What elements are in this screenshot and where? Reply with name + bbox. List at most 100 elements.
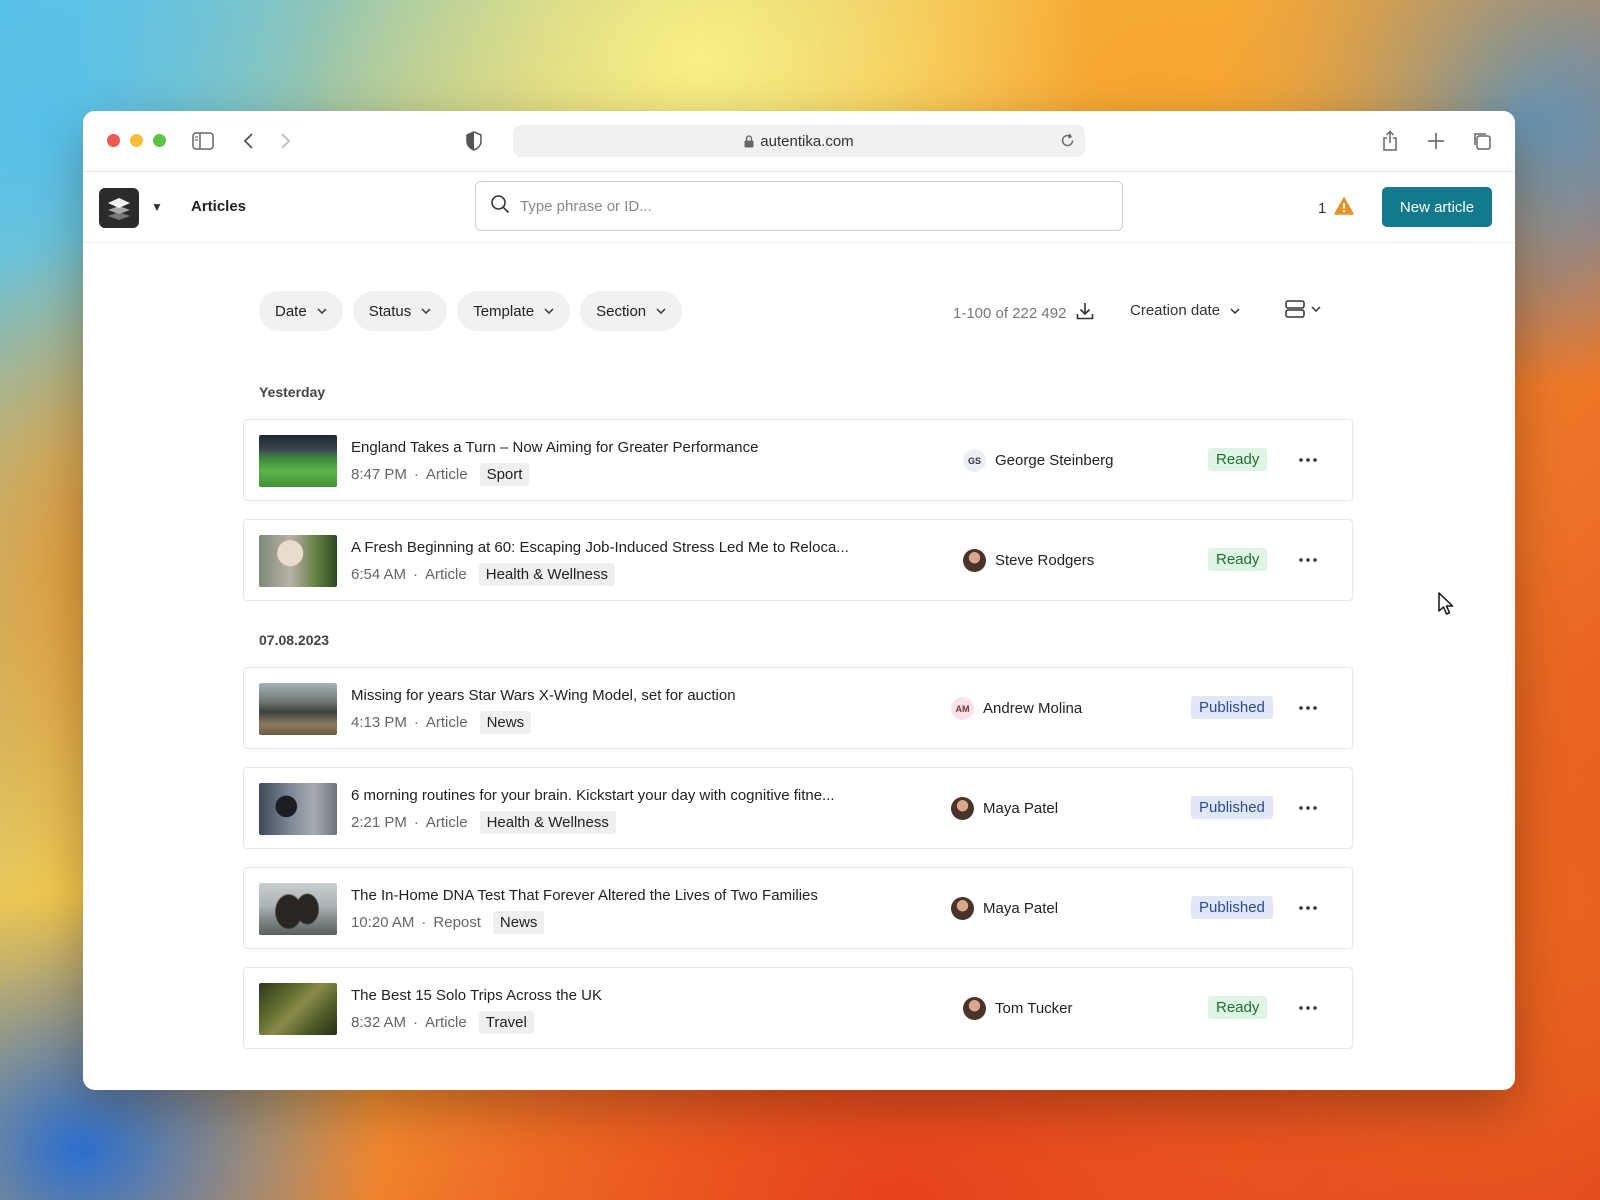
warnings-indicator[interactable]: 1 [1318,197,1355,219]
search-box[interactable] [475,181,1123,231]
status-badge: Published [1191,696,1273,719]
more-options-icon[interactable] [1296,448,1320,472]
article-thumbnail [259,783,337,835]
meta-separator: · [421,914,427,931]
more-options-icon[interactable] [1296,548,1320,572]
share-icon[interactable] [1378,129,1402,153]
article-row[interactable]: The Best 15 Solo Trips Across the UK 8:3… [243,967,1353,1049]
browser-window: autentika.com ▼ Articles Type phrase or … [83,111,1515,1090]
new-tab-icon[interactable] [1424,129,1448,153]
section-tag: Sport [479,463,530,486]
filter-label: Status [368,302,412,320]
article-title[interactable]: 6 morning routines for your brain. Kicks… [351,787,835,804]
status-badge: Ready [1208,996,1268,1019]
article-type: Article [425,566,467,583]
meta-separator: · [413,566,419,583]
list-view-icon [1285,300,1305,318]
section-tag: News [479,711,532,734]
download-icon[interactable] [1076,302,1094,324]
filter-label: Template [473,302,535,320]
article-thumbnail [259,983,337,1035]
filter-label: Section [596,302,647,320]
article-author: AM Andrew Molina [951,697,1082,720]
sort-select[interactable]: Creation date [1130,302,1240,319]
chevron-down-icon [544,308,554,314]
browser-toolbar: autentika.com [83,111,1515,172]
back-icon[interactable] [237,129,261,153]
status-badge: Published [1191,796,1273,819]
more-options-icon[interactable] [1296,896,1320,920]
article-title[interactable]: England Takes a Turn – Now Aiming for Gr… [351,439,758,456]
tab-overview-icon[interactable] [1470,129,1494,153]
close-window-button[interactable] [107,134,120,147]
filter-section[interactable]: Section [580,291,683,331]
new-article-button[interactable]: New article [1382,187,1492,227]
section-tag: News [492,911,545,934]
page-title: Articles [191,198,247,215]
avatar: GS [963,449,986,472]
article-meta: 8:32 AM · Article Travel [351,1011,534,1034]
meta-separator: · [413,814,419,831]
more-options-icon[interactable] [1296,796,1320,820]
section-tag: Travel [478,1011,534,1034]
article-author: GS George Steinberg [963,449,1113,472]
avatar [951,797,974,820]
article-title[interactable]: The In-Home DNA Test That Forever Altere… [351,887,818,904]
article-row[interactable]: 6 morning routines for your brain. Kicks… [243,767,1353,849]
warnings-count: 1 [1318,199,1327,217]
more-options-icon[interactable] [1296,696,1320,720]
article-meta: 10:20 AM · Repost News [351,911,545,934]
sort-label: Creation date [1130,302,1221,319]
article-type: Repost [433,914,481,931]
article-time: 6:54 AM [351,566,407,583]
author-name: Tom Tucker [995,1000,1073,1017]
minimize-window-button[interactable] [130,134,143,147]
article-type: Article [425,714,468,731]
reload-icon[interactable] [1060,133,1075,152]
section-tag: Health & Wellness [478,563,616,586]
section-tag: Health & Wellness [479,811,616,834]
article-meta: 2:21 PM · Article Health & Wellness [351,811,616,834]
author-name: Andrew Molina [983,700,1083,717]
article-thumbnail [259,535,337,587]
author-name: George Steinberg [995,452,1114,469]
workspace-switcher-caret-icon[interactable]: ▼ [151,200,163,214]
article-author: Steve Rodgers [963,549,1094,572]
search-input[interactable] [518,196,1082,216]
filter-date[interactable]: Date [259,291,343,331]
filter-template[interactable]: Template [457,291,571,331]
article-title[interactable]: The Best 15 Solo Trips Across the UK [351,987,602,1004]
chevron-down-icon [1311,306,1321,312]
article-time: 10:20 AM [351,914,415,931]
more-options-icon[interactable] [1296,996,1320,1020]
chevron-down-icon [317,308,327,314]
sidebar-toggle-icon[interactable] [191,129,215,153]
group-label-date: 07.08.2023 [259,632,330,648]
article-title[interactable]: A Fresh Beginning at 60: Escaping Job-In… [351,539,849,556]
zoom-window-button[interactable] [153,134,166,147]
avatar [963,549,986,572]
author-name: Maya Patel [983,800,1059,817]
filter-status[interactable]: Status [352,291,448,331]
lock-icon [744,134,754,148]
article-meta: 8:47 PM · Article Sport [351,463,530,486]
article-row[interactable]: The In-Home DNA Test That Forever Altere… [243,867,1353,949]
results-count: 1-100 of 222 492 [953,302,1094,324]
app-logo[interactable] [99,188,139,228]
article-author: Maya Patel [951,897,1058,920]
article-title[interactable]: Missing for years Star Wars X-Wing Model… [351,687,736,704]
article-row[interactable]: A Fresh Beginning at 60: Escaping Job-In… [243,519,1353,601]
mouse-cursor-icon [1438,592,1454,615]
chevron-down-icon [421,308,431,314]
privacy-shield-icon[interactable] [462,129,486,153]
author-name: Maya Patel [983,900,1059,917]
app-header: ▼ Articles 1 New article [83,172,1515,243]
forward-icon[interactable] [273,129,297,153]
meta-separator: · [413,466,419,483]
search-icon [490,194,510,219]
article-meta: 4:13 PM · Article News [351,711,532,734]
article-row[interactable]: Missing for years Star Wars X-Wing Model… [243,667,1353,749]
view-mode-select[interactable] [1285,299,1321,319]
address-bar[interactable]: autentika.com [513,125,1085,157]
article-row[interactable]: England Takes a Turn – Now Aiming for Gr… [243,419,1353,501]
